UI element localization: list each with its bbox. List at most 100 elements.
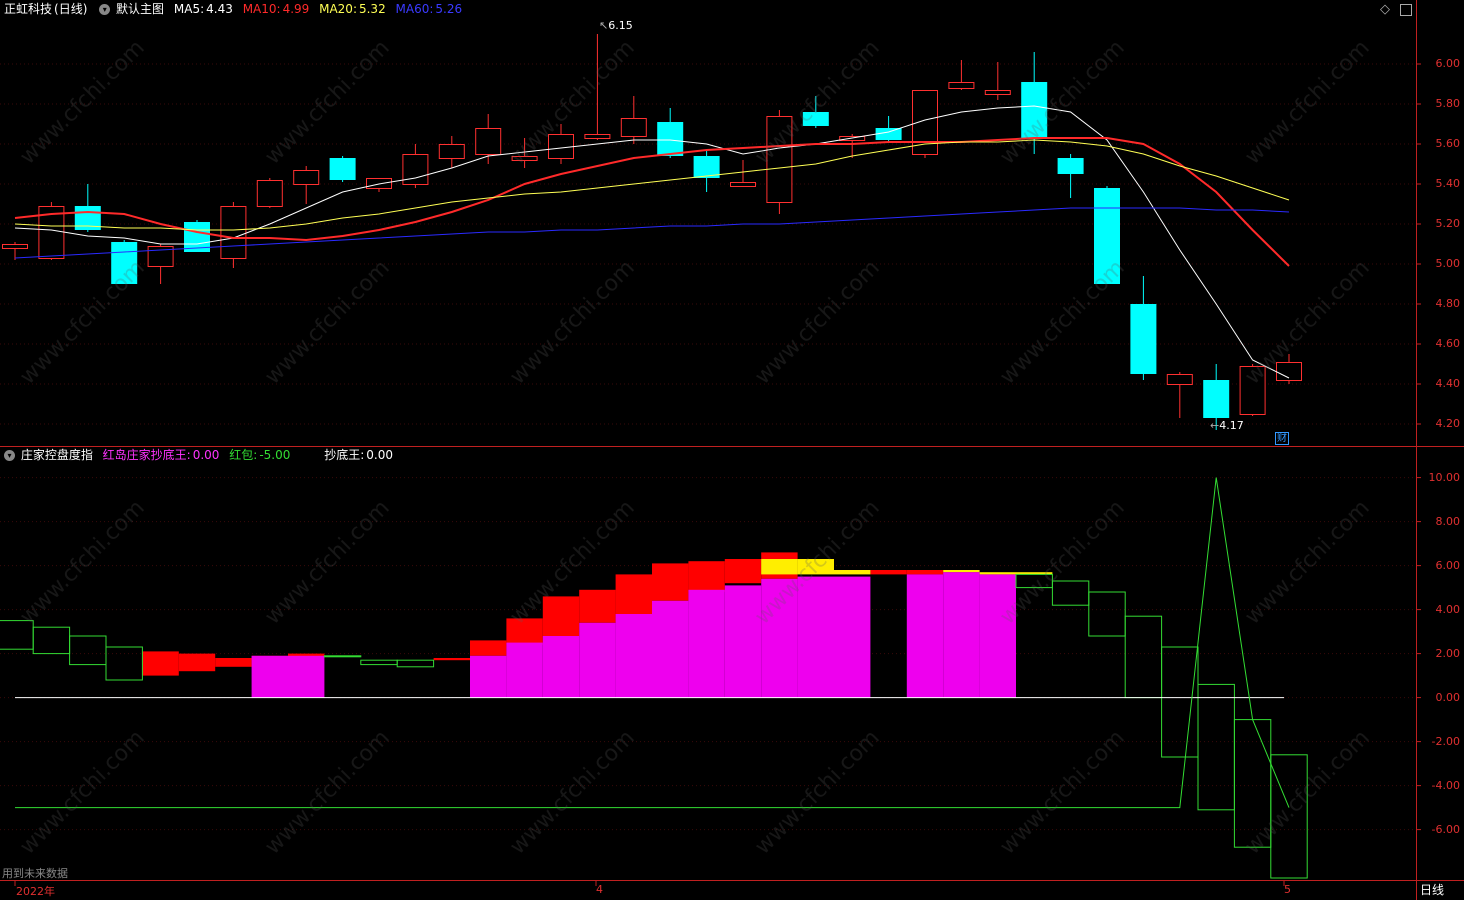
red-block [724, 559, 762, 584]
green-outline-box [32, 626, 71, 655]
low-price-annotation: ←4.17 [1210, 419, 1244, 432]
candle-body [111, 242, 138, 284]
y-tick-label: 0.00 [1435, 690, 1461, 704]
red-block [470, 640, 507, 656]
candle [366, 178, 392, 192]
ma5-value: 4.43 [206, 2, 233, 16]
candle [402, 144, 429, 188]
candle [766, 110, 793, 214]
candle [293, 166, 320, 204]
candle-body [657, 122, 684, 156]
finance-badge[interactable]: 财 [1275, 432, 1289, 445]
candle [329, 156, 356, 182]
candle-body [256, 180, 283, 207]
y-tick-label: 4.40 [1435, 377, 1461, 390]
yellow-block [943, 570, 980, 573]
candle [74, 184, 101, 232]
candle-body [475, 128, 502, 155]
candle-body [1130, 304, 1157, 374]
red-block [870, 570, 907, 575]
magenta-block [615, 614, 652, 698]
yellow-block [761, 559, 798, 575]
y-tick-label: 6.00 [1435, 57, 1461, 70]
diamond-icon[interactable]: ◇ [1380, 2, 1390, 17]
red-block [615, 574, 652, 614]
candle-body [620, 118, 647, 137]
candle [584, 34, 611, 140]
candle-body [2, 244, 28, 249]
candle-body [1203, 380, 1230, 418]
candle-body [984, 90, 1011, 95]
chevron-down-icon[interactable]: ▾ [99, 4, 111, 15]
candle-body [1057, 158, 1084, 174]
red-block [688, 561, 725, 592]
magenta-block [761, 578, 798, 698]
candle [620, 96, 647, 144]
magenta-block [979, 574, 1016, 698]
item1-label: 红岛庄家抄底王: [102, 448, 191, 462]
period-button[interactable]: 日线 [1420, 881, 1444, 898]
magenta-block [506, 642, 543, 698]
y-tick-label: 4.80 [1435, 297, 1461, 310]
candle-body [948, 82, 975, 89]
red-block [906, 570, 944, 575]
candle-body [1239, 366, 1266, 415]
item3-value: 0.00 [366, 448, 393, 462]
green-outline-box [1015, 573, 1053, 589]
y-tick-label: 2.00 [1435, 646, 1461, 660]
x-label-month-apr: 4 [596, 883, 603, 896]
green-outline-box [0, 620, 34, 650]
candle [438, 136, 465, 168]
x-label-year: 2022年 [16, 885, 55, 898]
magenta-block [688, 589, 725, 698]
green-outline-box [396, 659, 435, 668]
y-tick-label: 6.00 [1435, 558, 1461, 572]
magenta-block [724, 585, 762, 698]
magenta-block [797, 576, 834, 698]
candle [1130, 276, 1157, 380]
candle-body [1094, 188, 1120, 284]
ma10-label: MA10: [242, 2, 281, 16]
window-square-icon[interactable] [1400, 4, 1412, 16]
y-tick-label: 5.20 [1435, 217, 1461, 230]
candle-body [293, 170, 320, 185]
candle-body [548, 134, 574, 159]
candle [1276, 354, 1302, 384]
candle [1239, 364, 1266, 416]
yellow-block [979, 572, 1016, 575]
candle-body [1021, 82, 1048, 138]
red-block [652, 563, 689, 601]
green-outline-box [1161, 646, 1199, 758]
green-outline-box [1088, 591, 1126, 637]
green-outline-box [323, 655, 362, 658]
candle [693, 150, 720, 192]
period-tag: (日线) [54, 2, 88, 16]
candle [1057, 154, 1084, 198]
magenta-block [288, 655, 325, 698]
x-label-month-may: 5 [1284, 883, 1291, 896]
magenta-block [579, 622, 616, 698]
magenta-block [943, 572, 980, 698]
y-tick-label: -2.00 [1431, 734, 1460, 748]
y-tick-label: 5.80 [1435, 97, 1461, 110]
candle-body [802, 112, 829, 126]
candle [548, 124, 574, 164]
candle [802, 96, 829, 128]
red-block [142, 651, 179, 676]
y-tick-label: 4.20 [1435, 417, 1461, 430]
green-outline-box [69, 635, 107, 666]
yellow-block [797, 559, 834, 575]
candle [984, 62, 1011, 100]
ma5-label: MA5: [173, 2, 205, 16]
view-label[interactable]: 默认主图 [116, 2, 164, 16]
candle-body [329, 158, 356, 180]
red-block [178, 653, 216, 672]
candle [256, 178, 283, 208]
indicator-name[interactable]: 庄家控盘度指 [21, 448, 93, 462]
magenta-block [834, 576, 871, 698]
red-block [506, 618, 543, 645]
candle [111, 240, 138, 284]
chevron-down-icon[interactable]: ▾ [4, 450, 15, 461]
green-outline-box [360, 659, 398, 666]
stock-name[interactable]: 正虹科技 [4, 2, 52, 16]
